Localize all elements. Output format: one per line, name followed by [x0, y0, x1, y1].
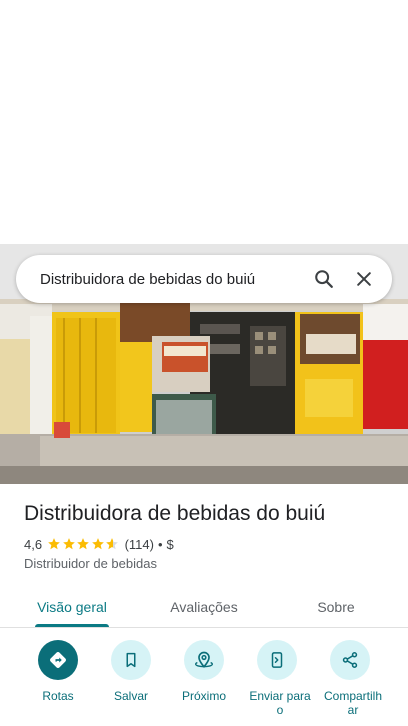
- save-circle[interactable]: [111, 640, 151, 680]
- send-to-phone-label: Enviar para o: [249, 689, 311, 717]
- place-category: Distribuidor de bebidas: [24, 556, 157, 571]
- share-button[interactable]: Compartilhar: [312, 640, 388, 717]
- share-icon: [342, 652, 358, 668]
- nearby-label: Próximo: [181, 689, 226, 703]
- rating-stars: [47, 537, 120, 551]
- bookmark-icon: [126, 652, 136, 668]
- review-count: (114): [124, 536, 154, 552]
- search-icon: [315, 270, 333, 288]
- tab-overview[interactable]: Visão geral: [24, 586, 120, 628]
- search-bar[interactable]: Distribuidora de bebidas do buiú: [16, 255, 392, 303]
- action-row: Rotas Salvar Próximo Enviar para o Compa…: [0, 640, 408, 726]
- search-button[interactable]: [304, 259, 344, 299]
- tab-reviews[interactable]: Avaliações: [156, 586, 252, 628]
- place-screen: Distribuidora de bebidas do buiú Distrib…: [0, 0, 408, 726]
- active-tab-indicator: [35, 624, 109, 627]
- rating-value: 4,6: [24, 536, 43, 552]
- close-button[interactable]: [344, 259, 384, 299]
- star-half-icon: [106, 538, 118, 550]
- nearby-circle[interactable]: [184, 640, 224, 680]
- search-query[interactable]: Distribuidora de bebidas do buiú: [40, 271, 304, 288]
- nearby-button[interactable]: Próximo: [166, 640, 242, 703]
- share-circle[interactable]: [330, 640, 370, 680]
- close-icon: [357, 272, 371, 286]
- send-to-phone-circle[interactable]: [257, 640, 297, 680]
- directions-button[interactable]: Rotas: [20, 640, 96, 703]
- directions-icon: [50, 652, 66, 668]
- rating-row[interactable]: 4,6 (114) • $: [24, 535, 174, 553]
- send-to-phone-icon: [271, 652, 283, 668]
- star-full-icon: [91, 538, 104, 550]
- price-level: $: [166, 536, 174, 552]
- send-to-phone-button[interactable]: Enviar para o: [239, 640, 315, 717]
- place-title: Distribuidora de bebidas do buiú: [24, 502, 326, 525]
- directions-circle[interactable]: [38, 640, 78, 680]
- star-full-icon: [62, 538, 75, 550]
- save-label: Salvar: [113, 689, 148, 703]
- save-button[interactable]: Salvar: [93, 640, 169, 703]
- star-full-icon: [48, 538, 60, 550]
- nearby-icon: [194, 651, 214, 668]
- tab-about[interactable]: Sobre: [288, 586, 384, 628]
- star-full-icon: [77, 538, 89, 550]
- separator-dot: •: [157, 536, 163, 552]
- place-tabs: Visão geral Avaliações Sobre: [0, 586, 408, 628]
- directions-label: Rotas: [42, 689, 74, 703]
- share-label: Compartilhar: [323, 689, 383, 717]
